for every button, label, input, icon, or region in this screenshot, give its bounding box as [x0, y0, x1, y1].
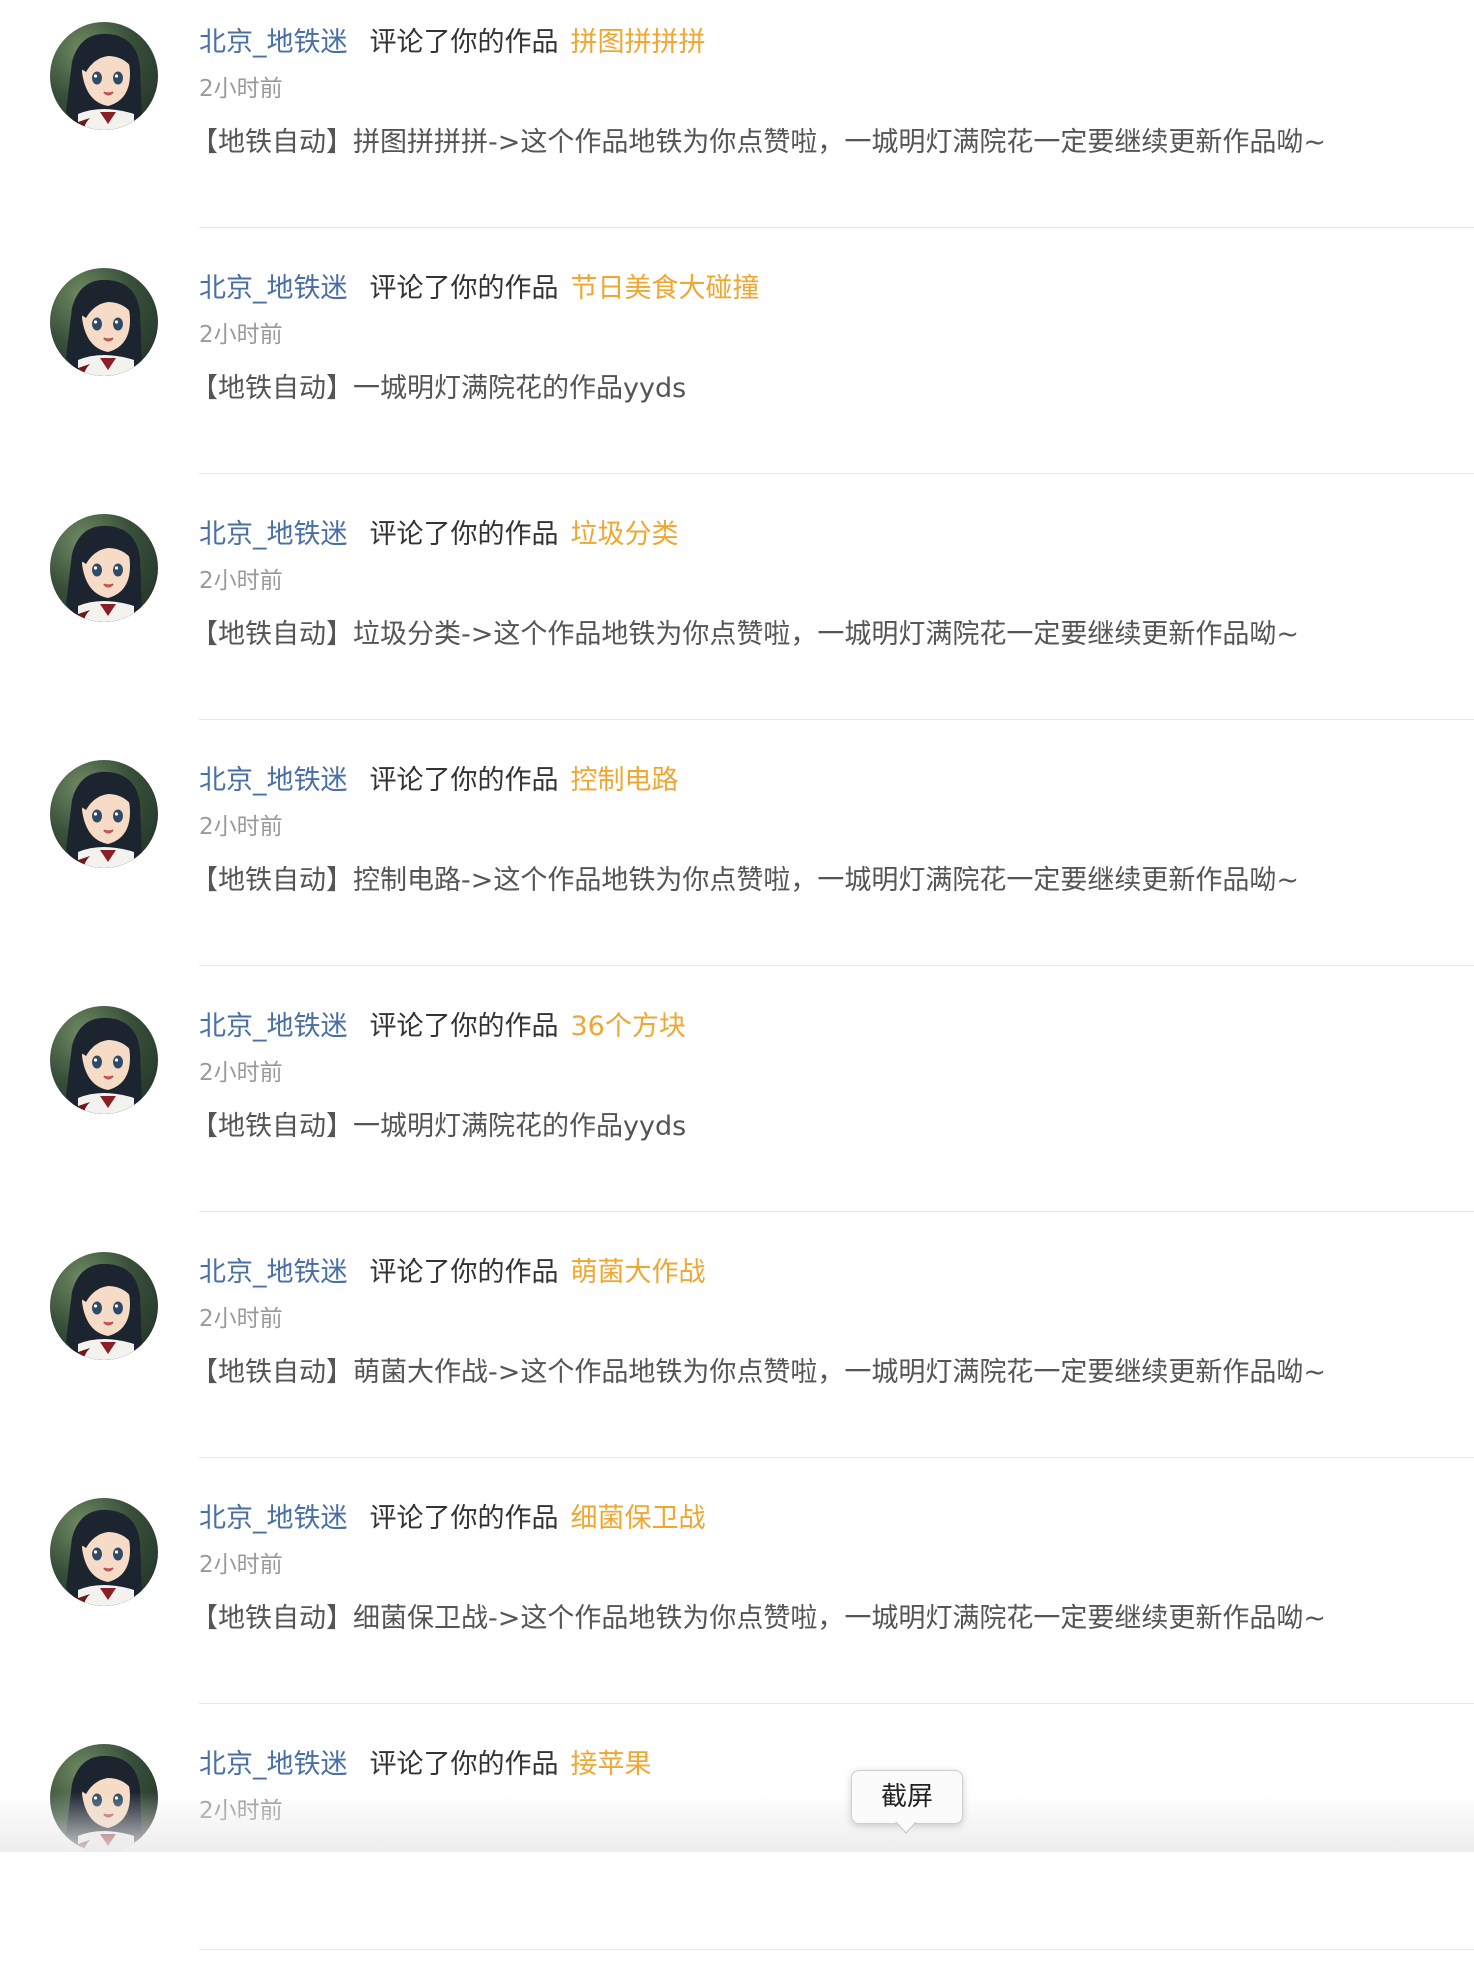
notification-headline: 北京_地铁迷 评论了你的作品 控制电路	[199, 760, 1474, 802]
timestamp: 2小时前	[199, 1552, 283, 1578]
list-item: 北京_地铁迷 评论了你的作品 节日美食大碰撞 2小时前 【地铁自动】一城明灯满院花的…	[0, 246, 1474, 492]
action-text: 评论了你的作品	[369, 1257, 559, 1288]
timestamp: 2小时前	[199, 814, 283, 840]
avatar[interactable]	[50, 268, 158, 376]
user-link[interactable]: 北京_地铁迷	[199, 1503, 348, 1534]
action-text: 评论了你的作品	[369, 765, 559, 796]
notification-content: 北京_地铁迷 评论了你的作品 节日美食大碰撞 2小时前 【地铁自动】一城明灯满院花的…	[191, 268, 1474, 407]
timestamp: 2小时前	[199, 1060, 283, 1086]
comment-text	[191, 1847, 1474, 1883]
action-text: 评论了你的作品	[369, 1011, 559, 1042]
user-link[interactable]: 北京_地铁迷	[199, 273, 348, 304]
work-link[interactable]: 细菌保卫战	[571, 1503, 706, 1534]
list-item: 北京_地铁迷 评论了你的作品 垃圾分类 2小时前 【地铁自动】垃圾分类->这个作品地…	[0, 492, 1474, 738]
comment-text: 【地铁自动】萌菌大作战->这个作品地铁为你点赞啦，一城明灯满院花一定要继续更新作…	[191, 1357, 1326, 1388]
work-link[interactable]: 节日美食大碰撞	[571, 273, 760, 304]
notification-content: 北京_地铁迷 评论了你的作品 垃圾分类 2小时前 【地铁自动】垃圾分类->这个作品地…	[191, 514, 1474, 653]
divider	[199, 719, 1474, 720]
notification-headline: 北京_地铁迷 评论了你的作品 接苹果	[199, 1744, 1474, 1786]
avatar[interactable]	[50, 1006, 158, 1114]
notification-content: 北京_地铁迷 评论了你的作品 萌菌大作战 2小时前 【地铁自动】萌菌大作战->这个作…	[191, 1252, 1474, 1391]
divider	[199, 227, 1474, 228]
comment-text: 【地铁自动】拼图拼拼拼->这个作品地铁为你点赞啦，一城明灯满院花一定要继续更新作…	[191, 127, 1326, 158]
avatar[interactable]	[50, 22, 158, 130]
user-link[interactable]: 北京_地铁迷	[199, 765, 348, 796]
screenshot-tooltip[interactable]: 截屏	[851, 1770, 963, 1824]
tooltip-arrow-inner	[896, 1821, 916, 1832]
work-link[interactable]: 36个方块	[571, 1011, 686, 1042]
list-item: 北京_地铁迷 评论了你的作品 细菌保卫战 2小时前 【地铁自动】细菌保卫战->这个作…	[0, 1476, 1474, 1722]
notification-headline: 北京_地铁迷 评论了你的作品 36个方块	[199, 1006, 1474, 1048]
work-link[interactable]: 控制电路	[571, 765, 679, 796]
timestamp: 2小时前	[199, 322, 283, 348]
timestamp: 2小时前	[199, 1306, 283, 1332]
list-item: 北京_地铁迷 评论了你的作品 36个方块 2小时前 【地铁自动】一城明灯满院花的作品…	[0, 984, 1474, 1230]
avatar[interactable]	[50, 1744, 158, 1852]
action-text: 评论了你的作品	[369, 273, 559, 304]
comment-text: 【地铁自动】控制电路->这个作品地铁为你点赞啦，一城明灯满院花一定要继续更新作品…	[191, 865, 1299, 896]
notification-headline: 北京_地铁迷 评论了你的作品 拼图拼拼拼	[199, 22, 1474, 64]
user-link[interactable]: 北京_地铁迷	[199, 519, 348, 550]
divider	[199, 1457, 1474, 1458]
comment-text: 【地铁自动】一城明灯满院花的作品yyds	[191, 1111, 687, 1142]
work-link[interactable]: 接苹果	[571, 1749, 652, 1780]
list-item: 北京_地铁迷 评论了你的作品 接苹果 2小时前	[0, 1722, 1474, 1968]
avatar[interactable]	[50, 760, 158, 868]
notification-content: 北京_地铁迷 评论了你的作品 控制电路 2小时前 【地铁自动】控制电路->这个作品地…	[191, 760, 1474, 899]
work-link[interactable]: 拼图拼拼拼	[571, 27, 706, 58]
work-link[interactable]: 萌菌大作战	[571, 1257, 706, 1288]
divider	[199, 473, 1474, 474]
timestamp: 2小时前	[199, 76, 283, 102]
notification-content: 北京_地铁迷 评论了你的作品 36个方块 2小时前 【地铁自动】一城明灯满院花的作品…	[191, 1006, 1474, 1145]
comment-text: 【地铁自动】一城明灯满院花的作品yyds	[191, 373, 687, 404]
notification-list: 北京_地铁迷 评论了你的作品 拼图拼拼拼 2小时前 【地铁自动】拼图拼拼拼->这个作…	[0, 0, 1474, 1968]
notification-headline: 北京_地铁迷 评论了你的作品 垃圾分类	[199, 514, 1474, 556]
avatar[interactable]	[50, 514, 158, 622]
action-text: 评论了你的作品	[369, 27, 559, 58]
notification-headline: 北京_地铁迷 评论了你的作品 细菌保卫战	[199, 1498, 1474, 1540]
user-link[interactable]: 北京_地铁迷	[199, 27, 348, 58]
comment-text: 【地铁自动】垃圾分类->这个作品地铁为你点赞啦，一城明灯满院花一定要继续更新作品…	[191, 619, 1299, 650]
avatar[interactable]	[50, 1498, 158, 1606]
notification-content: 北京_地铁迷 评论了你的作品 拼图拼拼拼 2小时前 【地铁自动】拼图拼拼拼->这个作…	[191, 22, 1474, 161]
divider	[199, 1703, 1474, 1704]
user-link[interactable]: 北京_地铁迷	[199, 1749, 348, 1780]
avatar[interactable]	[50, 1252, 158, 1360]
list-item: 北京_地铁迷 评论了你的作品 控制电路 2小时前 【地铁自动】控制电路->这个作品地…	[0, 738, 1474, 984]
list-item: 北京_地铁迷 评论了你的作品 拼图拼拼拼 2小时前 【地铁自动】拼图拼拼拼->这个作…	[0, 0, 1474, 246]
action-text: 评论了你的作品	[369, 1749, 559, 1780]
action-text: 评论了你的作品	[369, 519, 559, 550]
timestamp: 2小时前	[199, 568, 283, 594]
notification-content: 北京_地铁迷 评论了你的作品 接苹果 2小时前	[199, 1744, 1474, 1883]
comment-text: 【地铁自动】细菌保卫战->这个作品地铁为你点赞啦，一城明灯满院花一定要继续更新作…	[191, 1603, 1326, 1634]
divider	[199, 1949, 1474, 1950]
work-link[interactable]: 垃圾分类	[571, 519, 679, 550]
user-link[interactable]: 北京_地铁迷	[199, 1011, 348, 1042]
list-item: 北京_地铁迷 评论了你的作品 萌菌大作战 2小时前 【地铁自动】萌菌大作战->这个作…	[0, 1230, 1474, 1476]
notification-headline: 北京_地铁迷 评论了你的作品 萌菌大作战	[199, 1252, 1474, 1294]
divider	[199, 1211, 1474, 1212]
user-link[interactable]: 北京_地铁迷	[199, 1257, 348, 1288]
timestamp: 2小时前	[199, 1798, 283, 1824]
action-text: 评论了你的作品	[369, 1503, 559, 1534]
divider	[199, 965, 1474, 966]
notification-headline: 北京_地铁迷 评论了你的作品 节日美食大碰撞	[199, 268, 1474, 310]
notification-content: 北京_地铁迷 评论了你的作品 细菌保卫战 2小时前 【地铁自动】细菌保卫战->这个作…	[191, 1498, 1474, 1637]
